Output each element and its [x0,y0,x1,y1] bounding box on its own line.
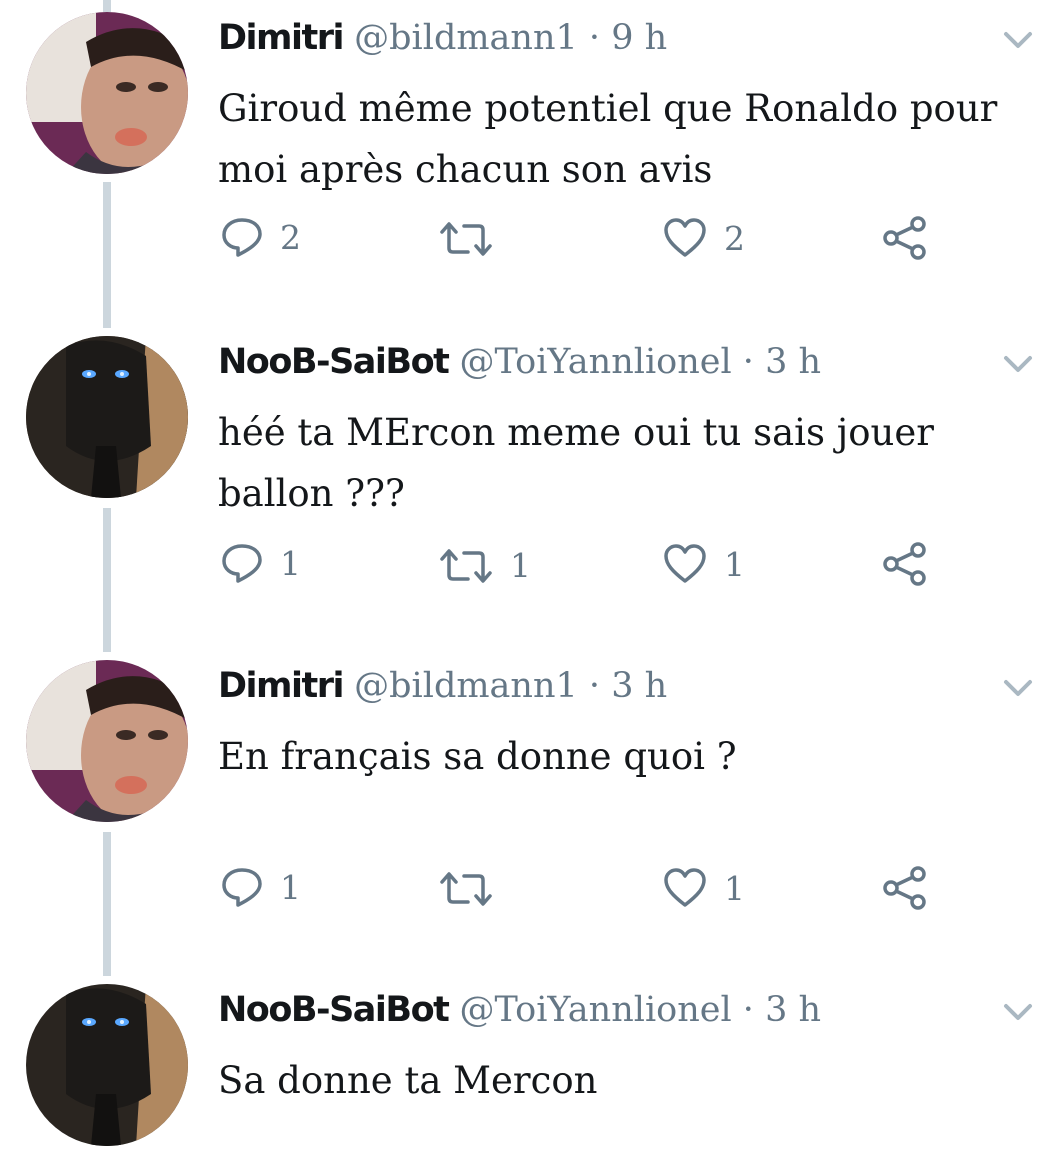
author-name[interactable]: NooB-SaiBot [218,990,450,1030]
author-name[interactable]: Dimitri [218,18,345,58]
thread-line [103,0,111,12]
reply-icon [222,544,262,583]
like-button[interactable]: 1 [662,543,745,585]
retweet-icon [440,222,492,256]
reply-count: 2 [280,217,301,257]
like-button[interactable]: 2 [662,217,745,259]
tweet-header: NooB-SaiBot @ToiYannlionel · 3 h [218,340,821,384]
like-count: 2 [724,218,745,258]
retweet-button[interactable] [438,870,510,908]
tweet-text-line: moi après chacun son avis [218,148,713,191]
retweet-count: 1 [510,546,531,585]
chevron-down-icon[interactable] [1000,670,1036,706]
like-count: 1 [724,544,745,584]
retweet-button[interactable]: 1 [438,546,531,585]
author-handle[interactable]: @bildmann1 [354,666,578,706]
reply-icon [222,218,262,257]
tweet-text: Giroud même potentiel que Ronaldo pour m… [218,78,1018,200]
author-handle[interactable]: @ToiYannlionel [460,990,732,1030]
tweet-text: héé ta MErcon meme oui tu sais jouer bal… [218,402,1018,524]
author-handle[interactable]: @bildmann1 [354,18,578,58]
share-button[interactable] [882,865,928,911]
share-button[interactable] [882,215,928,261]
separator-dot: · [588,18,601,58]
chevron-down-icon[interactable] [1000,994,1036,1030]
timestamp[interactable]: 3 h [611,666,667,706]
tweet-header: NooB-SaiBot @ToiYannlionel · 3 h [218,988,821,1032]
retweet-button[interactable] [438,220,510,258]
timestamp[interactable]: 3 h [765,342,821,382]
retweet-icon [440,872,492,906]
tweet: Dimitri @bildmann1 · 9 h Giroud même pot… [0,12,1055,312]
reply-button[interactable]: 1 [220,541,301,585]
tweet: NooB-SaiBot @ToiYannlionel · 3 h héé ta … [0,336,1055,636]
author-name[interactable]: NooB-SaiBot [218,342,450,382]
heart-icon [664,868,706,907]
retweet-icon [440,548,492,583]
tweet-text-line: héé ta MErcon meme oui tu sais jouer [218,411,934,454]
separator-dot: · [742,990,754,1030]
tweet-text: Sa donne ta Mercon [218,1050,1018,1111]
timestamp[interactable]: 9 h [611,18,667,58]
share-button[interactable] [882,541,928,587]
tweet-header: Dimitri @bildmann1 · 9 h [218,16,667,60]
chevron-down-icon[interactable] [1000,346,1036,382]
tweet: Dimitri @bildmann1 · 3 h En français sa … [0,660,1055,960]
separator-dot: · [742,342,754,382]
reply-count: 1 [280,867,301,907]
reply-count: 1 [280,543,301,583]
share-icon [883,216,926,260]
chevron-down-icon[interactable] [1000,22,1036,58]
avatar[interactable] [26,336,188,498]
timestamp[interactable]: 3 h [765,990,821,1030]
avatar[interactable] [26,660,188,822]
reply-button[interactable]: 1 [220,865,301,909]
reply-button[interactable]: 2 [220,215,301,259]
avatar[interactable] [26,12,188,174]
author-name[interactable]: Dimitri [218,666,345,706]
tweet-text-line: En français sa donne quoi ? [218,735,737,778]
avatar[interactable] [26,984,188,1146]
tweet-text-line: Giroud même potentiel que Ronaldo pour [218,87,998,130]
tweet-header: Dimitri @bildmann1 · 3 h [218,664,667,708]
tweet-text-line: ballon ??? [218,472,405,515]
heart-icon [664,218,706,257]
tweet: NooB-SaiBot @ToiYannlionel · 3 h Sa donn… [0,984,1055,1161]
tweet-text: En français sa donne quoi ? [218,726,1018,787]
separator-dot: · [588,666,601,706]
reply-icon [222,868,262,907]
share-icon [883,866,926,910]
like-button[interactable]: 1 [662,867,745,909]
tweet-text-line: Sa donne ta Mercon [218,1059,598,1102]
share-icon [883,542,926,586]
like-count: 1 [724,868,745,908]
heart-icon [664,544,706,583]
author-handle[interactable]: @ToiYannlionel [460,342,732,382]
